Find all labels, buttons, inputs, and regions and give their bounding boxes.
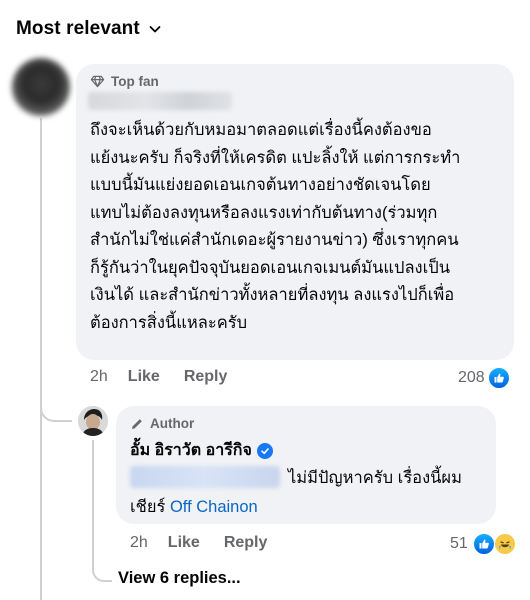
reply-actions: 2h Like Reply (130, 534, 291, 552)
like-button[interactable]: Like (128, 368, 160, 386)
reply-reaction-summary[interactable]: 51 (450, 533, 516, 555)
author-avatar[interactable] (78, 406, 108, 436)
top-fan-badge: Top fan (90, 74, 159, 89)
like-reaction-icon (487, 367, 510, 389)
reply-time[interactable]: 2h (130, 534, 148, 552)
comment-bubble: Top fan ถึงจะเห็นด้วยกับหมอมาตลอดแต่เรื่… (76, 64, 514, 360)
reply-button[interactable]: Reply (184, 368, 228, 386)
thread-connector (40, 396, 72, 422)
mention-link[interactable]: Off Chainon (170, 498, 258, 516)
reply-thread-connector (92, 560, 112, 582)
reply-like-button[interactable]: Like (168, 534, 200, 552)
badge-label: Top fan (111, 74, 159, 89)
chevron-down-icon (149, 26, 161, 33)
view-replies-link[interactable]: View 6 replies... (118, 569, 241, 588)
sort-label: Most relevant (16, 18, 140, 39)
reply-text-line1: ไม่มีปัญหาครับ เรื่องนี้ผม (288, 469, 462, 487)
verified-icon (256, 442, 273, 459)
thread-line (40, 118, 42, 600)
author-badge-label: Author (150, 416, 195, 431)
author-name-text: อั้ม อิราวัต อารีกิจ (130, 442, 252, 459)
commenter-name-redacted[interactable] (88, 92, 232, 110)
haha-reaction-icon (493, 533, 516, 555)
comment-text: ถึงจะเห็นด้วยกับหมอมาตลอดแต่เรื่องนี้คงต… (90, 121, 461, 332)
like-reaction-icon (472, 533, 495, 555)
avatar[interactable] (12, 58, 70, 116)
reaction-count: 208 (458, 369, 485, 386)
reply-text-prefix: เชียร์ (130, 498, 170, 516)
mention-redacted[interactable] (130, 466, 280, 488)
sort-dropdown[interactable]: Most relevant (16, 18, 162, 40)
reply-text-line2: เชียร์ Off Chainon (130, 496, 258, 518)
reply-thread-line (92, 440, 94, 568)
comment-time[interactable]: 2h (90, 368, 108, 386)
reaction-summary[interactable]: 208 (458, 367, 510, 389)
reply-reaction-count: 51 (450, 535, 468, 552)
comment-actions: 2h Like Reply (90, 368, 251, 386)
reply-reply-button[interactable]: Reply (224, 534, 268, 552)
author-name[interactable]: อั้ม อิราวัต อารีกิจ (130, 438, 273, 463)
diamond-icon (90, 75, 105, 88)
reply-bubble: Author อั้ม อิราวัต อารีกิจ ไม่มีปัญหาคร… (116, 406, 496, 524)
pen-icon (132, 418, 142, 429)
author-badge: Author (130, 416, 194, 431)
